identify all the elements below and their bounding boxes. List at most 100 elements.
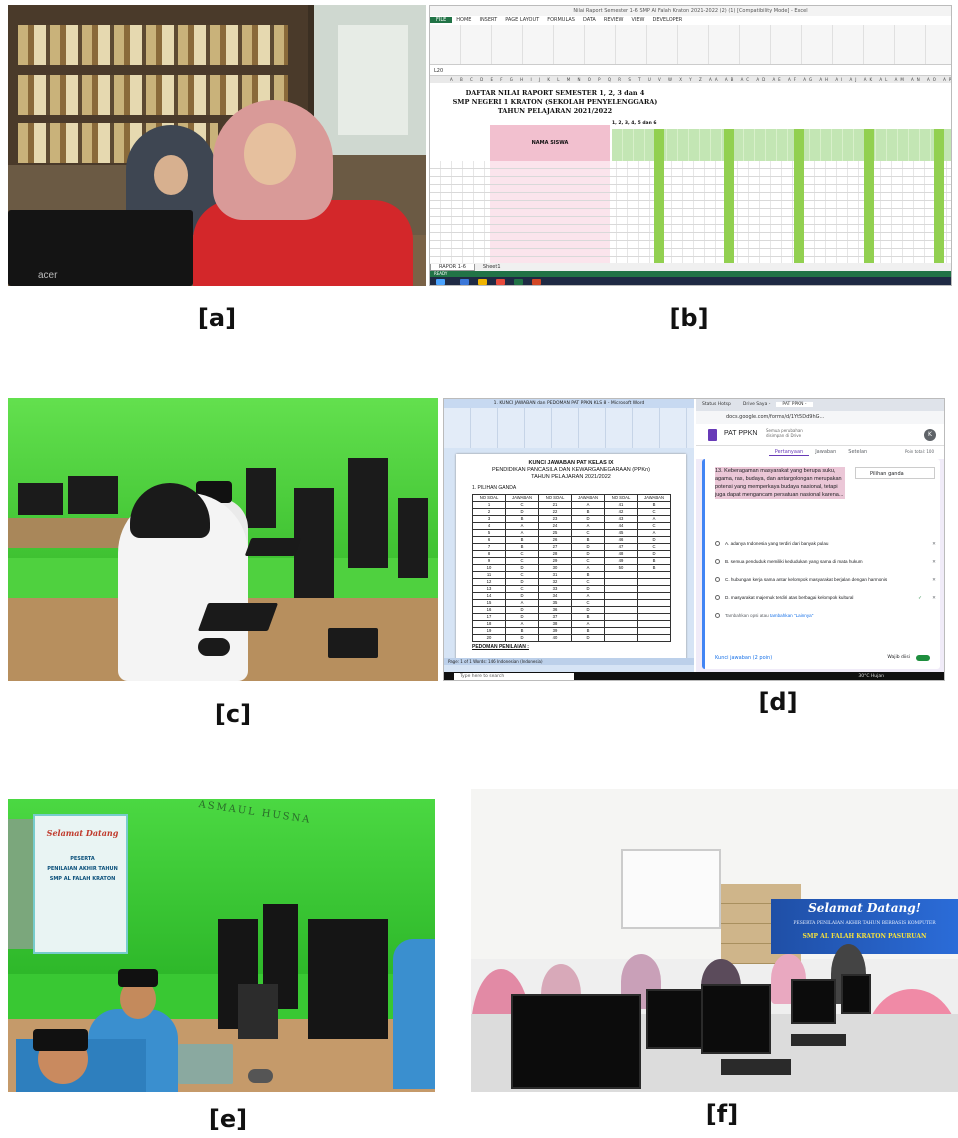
question-text[interactable]: 13. Keberagaman masyarakat yang berupa s… bbox=[715, 467, 845, 499]
spreadsheet-grid[interactable]: DAFTAR NILAI RAPORT SEMESTER 1, 2, 3 dan… bbox=[430, 83, 951, 263]
table-cell: 16 bbox=[472, 606, 506, 614]
taskbar-search[interactable]: Type here to search bbox=[454, 673, 574, 680]
excel-ribbon bbox=[430, 25, 951, 65]
table-cell: B bbox=[571, 508, 605, 516]
photo-teacher-and-student-with-laptop: acer bbox=[8, 5, 426, 286]
excel-icon[interactable] bbox=[514, 279, 523, 285]
banner-title: Selamat Datang! bbox=[808, 901, 921, 915]
folder-icon[interactable] bbox=[478, 279, 487, 285]
option-c[interactable]: C. hubungan kerja sama antar kelompok ma… bbox=[715, 577, 940, 583]
table-cell: 9 bbox=[472, 557, 506, 565]
table-cell: 38 bbox=[538, 620, 572, 628]
banner-line-2: PENILAIAN AKHIR TAHUN bbox=[47, 866, 118, 872]
table-header: JAWABAN bbox=[505, 494, 539, 502]
sheet-title-2: SMP NEGERI 1 KRATON (SEKOLAH PENYELENGGA… bbox=[452, 98, 658, 106]
tab-settings[interactable]: Setelan bbox=[842, 449, 873, 455]
explorer-icon[interactable] bbox=[460, 279, 469, 285]
browser-tab-drive[interactable]: Drive Saya - bbox=[737, 402, 777, 407]
table-cell: 10 bbox=[472, 564, 506, 572]
close-icon[interactable]: ✕ bbox=[932, 595, 936, 601]
browser-tab-form[interactable]: PAT PPKN - bbox=[776, 402, 813, 407]
table-row: 16 D 36 D bbox=[472, 606, 671, 614]
monitor bbox=[398, 498, 428, 578]
table-cell: C bbox=[505, 550, 539, 558]
close-icon[interactable]: ✕ bbox=[932, 541, 936, 547]
table-cell: 24 bbox=[538, 522, 572, 530]
radio-icon[interactable] bbox=[715, 559, 720, 565]
address-bar[interactable]: docs.google.com/forms/d/1Yt5Dd9hG... bbox=[696, 411, 944, 424]
name-box[interactable]: L20 bbox=[430, 66, 951, 76]
ribbon-tab-insert[interactable]: INSERT bbox=[475, 17, 501, 23]
browser-tab-hotspot[interactable]: Status Hotsp bbox=[696, 402, 737, 407]
ribbon-tab-developer[interactable]: DEVELOPER bbox=[649, 17, 687, 23]
avatar[interactable]: K bbox=[924, 429, 936, 441]
table-cell: 44 bbox=[604, 522, 638, 530]
app-icon[interactable] bbox=[532, 279, 541, 285]
ribbon-tab-file[interactable]: FILE bbox=[430, 17, 453, 23]
word-document-page[interactable]: KUNCI JAWABAN PAT KELAS IX PENDIDIKAN PA… bbox=[456, 454, 686, 660]
table-cell: C bbox=[571, 599, 605, 607]
table-cell bbox=[604, 592, 638, 600]
excel-window-title: Nilai Raport Semester 1-6 SMP Al Falah K… bbox=[430, 6, 951, 16]
table-cell: B bbox=[571, 627, 605, 635]
table-row: 3 B 23 D 43 A bbox=[472, 515, 671, 523]
table-cell bbox=[604, 585, 638, 593]
tab-questions[interactable]: Pertanyaan bbox=[768, 449, 810, 456]
question-type-dropdown[interactable]: Pilihan ganda bbox=[855, 467, 935, 479]
table-cell: 37 bbox=[538, 613, 572, 621]
option-b[interactable]: B. semua penduduk memiliki kedudukan yan… bbox=[715, 559, 940, 565]
add-other-link[interactable]: tambahkan "Lainnya" bbox=[770, 613, 813, 618]
ribbon-tab-review[interactable]: REVIEW bbox=[600, 17, 628, 23]
required-toggle[interactable] bbox=[916, 655, 930, 661]
average-column bbox=[724, 129, 734, 263]
add-option-row[interactable]: Tambahkan opsi atau tambahkan "Lainnya" bbox=[715, 613, 940, 619]
tab-responses[interactable]: Jawaban bbox=[809, 449, 842, 455]
add-option-link[interactable]: Tambahkan opsi bbox=[725, 613, 758, 618]
ribbon-tab-page-layout[interactable]: PAGE LAYOUT bbox=[501, 17, 543, 23]
monitor bbox=[791, 979, 836, 1024]
student-name-column bbox=[490, 161, 610, 263]
browser-window: Status Hotsp Drive Saya - PAT PPKN - docs.… bbox=[696, 399, 944, 672]
table-cell: A bbox=[571, 501, 605, 509]
table-cell: 8 bbox=[472, 550, 506, 558]
sheet-tab-rapor[interactable]: RAPOR 1-6 bbox=[430, 264, 475, 271]
answer-key-link[interactable]: Kunci jawaban (2 poin) bbox=[715, 655, 772, 661]
table-cell: 22 bbox=[538, 508, 572, 516]
table-cell: B bbox=[505, 627, 539, 635]
option-a[interactable]: A. adanya Indonesia yang terdiri dari ba… bbox=[715, 541, 940, 547]
keyboard bbox=[721, 1059, 791, 1075]
table-cell: D bbox=[571, 543, 605, 551]
table-cell: A bbox=[571, 592, 605, 600]
table-cell: 19 bbox=[472, 627, 506, 635]
table-cell: A bbox=[571, 620, 605, 628]
ribbon-tab-data[interactable]: DATA bbox=[579, 17, 600, 23]
word-ribbon bbox=[444, 408, 694, 448]
form-title[interactable]: PAT PPKN bbox=[724, 430, 757, 437]
question-card[interactable]: 13. Keberagaman masyarakat yang berupa s… bbox=[702, 459, 940, 669]
ribbon-tab-view[interactable]: VIEW bbox=[628, 17, 649, 23]
form-header: PAT PPKN Semua perubahan disimpan di Dri… bbox=[696, 424, 944, 446]
radio-icon[interactable] bbox=[715, 577, 720, 583]
table-cell: D bbox=[505, 606, 539, 614]
banner-subtitle: PESERTA PENILAIAN AKHIR TAHUN BERBASIS K… bbox=[793, 921, 936, 926]
table-cell: 23 bbox=[538, 515, 572, 523]
weather-status: 30°C Hujan bbox=[858, 674, 884, 679]
browser-icon[interactable] bbox=[496, 279, 505, 285]
caption-f: [f] bbox=[705, 1100, 739, 1128]
answer-key-body: 1 C 21 A 41 B 2 D 22 B 42 C 3 B 23 D 43 A 4 A 24 A 44 C 5 A 25 C 45 A… bbox=[472, 501, 671, 642]
table-cell: A bbox=[571, 522, 605, 530]
books-row bbox=[18, 25, 288, 65]
table-cell: D bbox=[505, 508, 539, 516]
radio-icon[interactable] bbox=[715, 541, 720, 547]
ribbon-tab-formulas[interactable]: FORMULAS bbox=[543, 17, 579, 23]
start-icon[interactable] bbox=[436, 279, 445, 285]
sheet-tab-sheet1[interactable]: Sheet1 bbox=[475, 264, 509, 270]
close-icon[interactable]: ✕ bbox=[932, 559, 936, 565]
table-cell: 49 bbox=[604, 557, 638, 565]
close-icon[interactable]: ✕ bbox=[932, 577, 936, 583]
table-cell: C bbox=[571, 529, 605, 537]
option-d[interactable]: D. masyarakat majemuk terdiri atas berba… bbox=[715, 595, 940, 601]
ribbon-tab-home[interactable]: HOME bbox=[452, 17, 475, 23]
radio-icon[interactable] bbox=[715, 595, 720, 601]
table-cell: A bbox=[505, 522, 539, 530]
